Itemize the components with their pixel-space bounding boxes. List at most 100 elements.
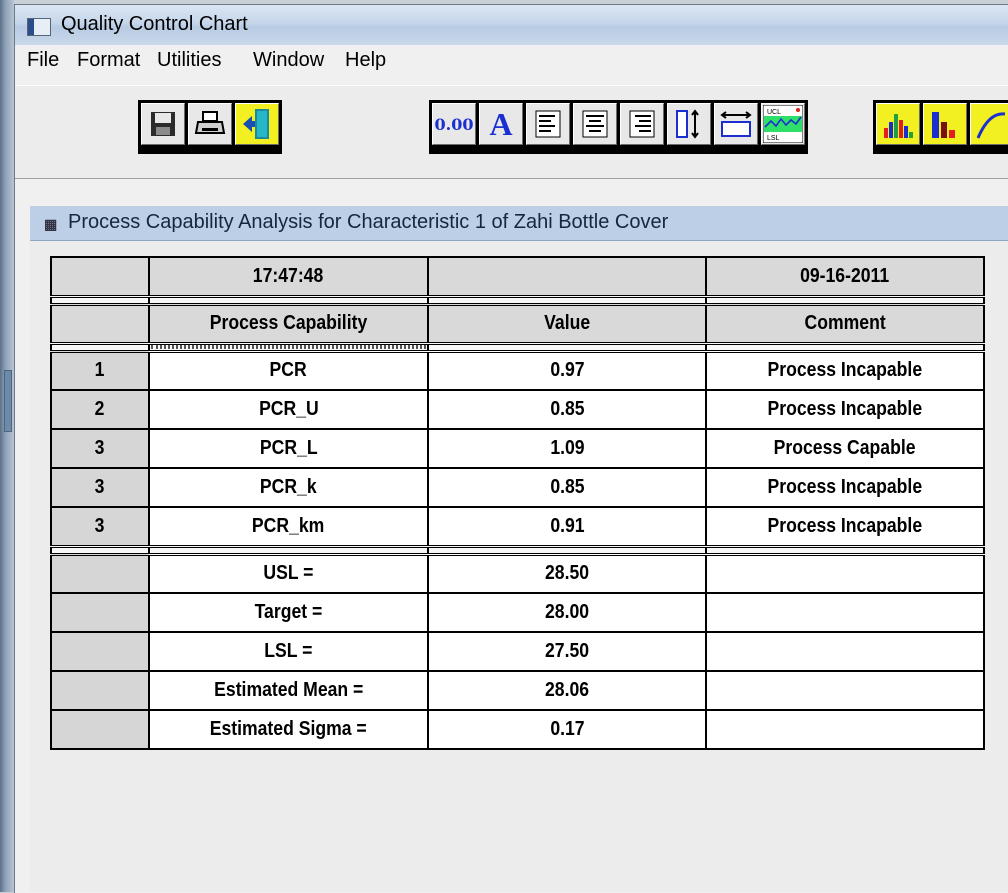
stat-comment-cell[interactable]: [705, 631, 985, 672]
save-icon[interactable]: [141, 103, 185, 145]
control-chart-icon[interactable]: UCL LSL: [761, 103, 805, 145]
menu-utilities[interactable]: Utilities: [157, 49, 221, 72]
font-icon[interactable]: A: [479, 103, 523, 145]
stat-row: Estimated Mean = 28.06: [50, 670, 985, 711]
capability-cell[interactable]: PCR: [148, 350, 429, 391]
blank-header-cell[interactable]: [427, 256, 707, 297]
capability-cell[interactable]: PCR_km: [148, 506, 429, 547]
histogram-icon[interactable]: [876, 103, 920, 145]
menu-window[interactable]: Window: [253, 49, 324, 72]
row-number[interactable]: [50, 670, 150, 711]
separator-row: [50, 544, 985, 556]
stat-name-cell[interactable]: Estimated Mean =: [148, 670, 429, 711]
scroll-notch: [4, 370, 12, 432]
capability-window: ▦ Process Capability Analysis for Charac…: [30, 206, 1008, 892]
row-number[interactable]: 3: [50, 428, 150, 469]
menu-file[interactable]: File: [27, 49, 59, 72]
stat-name-cell[interactable]: Target =: [148, 592, 429, 633]
header-comment[interactable]: Comment: [705, 303, 985, 344]
row-number[interactable]: 3: [50, 467, 150, 508]
row-number[interactable]: [50, 631, 150, 672]
separator-row: [50, 341, 985, 353]
date-label: 09-16-2011: [800, 264, 890, 287]
row-number[interactable]: [50, 592, 150, 633]
align-right-icon[interactable]: [620, 103, 664, 145]
corner-cell[interactable]: [50, 303, 150, 344]
table-row: 1 PCR 0.97 Process Incapable: [50, 350, 985, 391]
stat-value-cell[interactable]: 28.06: [427, 670, 707, 711]
stat-comment-cell[interactable]: [705, 670, 985, 711]
comment-cell[interactable]: Process Incapable: [705, 506, 985, 547]
time-label: 17:47:48: [253, 264, 324, 287]
menu-format[interactable]: Format: [77, 49, 140, 72]
corner-cell[interactable]: [50, 256, 150, 297]
stat-name-cell[interactable]: USL =: [148, 553, 429, 594]
svg-text:UCL: UCL: [767, 109, 781, 116]
decimal-format-icon[interactable]: 0.00: [432, 103, 476, 145]
stat-comment-cell[interactable]: [705, 553, 985, 594]
comment-cell[interactable]: Process Incapable: [705, 389, 985, 430]
comment-cell[interactable]: Process Capable: [705, 428, 985, 469]
header-value[interactable]: Value: [427, 303, 707, 344]
menu-help[interactable]: Help: [345, 49, 386, 72]
row-number[interactable]: [50, 553, 150, 594]
stat-row: USL = 28.50: [50, 553, 985, 594]
date-cell[interactable]: 09-16-2011: [705, 256, 985, 297]
align-center-icon[interactable]: [573, 103, 617, 145]
table-row: 3 PCR_k 0.85 Process Incapable: [50, 467, 985, 508]
stat-value-cell[interactable]: 0.17: [427, 709, 707, 750]
capability-body: 17:47:48 09-16-2011 Process Capability V…: [30, 241, 1008, 892]
stat-value-cell[interactable]: 28.50: [427, 553, 707, 594]
header-row: 17:47:48 09-16-2011: [50, 256, 985, 297]
stat-comment-cell[interactable]: [705, 709, 985, 750]
capability-table: 17:47:48 09-16-2011 Process Capability V…: [50, 256, 985, 750]
capability-cell[interactable]: PCR_L: [148, 428, 429, 469]
curve-chart-icon[interactable]: [970, 103, 1008, 145]
stat-row: Estimated Sigma = 0.17: [50, 709, 985, 750]
stat-value-cell[interactable]: 28.00: [427, 592, 707, 633]
exit-icon[interactable]: [235, 103, 279, 145]
row-number[interactable]: 1: [50, 350, 150, 391]
window-title: Quality Control Chart: [61, 13, 248, 35]
bar-chart-icon[interactable]: [923, 103, 967, 145]
header-comment-label: Comment: [804, 312, 886, 334]
header-capability[interactable]: Process Capability: [148, 303, 429, 344]
chart-window-icon: ▦: [44, 216, 58, 232]
row-height-icon[interactable]: [667, 103, 711, 145]
format-toolbar-group: 0.00 A UCL LSL: [429, 100, 808, 154]
comment-cell[interactable]: Process Incapable: [705, 467, 985, 508]
value-cell[interactable]: 0.85: [427, 467, 707, 508]
row-number[interactable]: 2: [50, 389, 150, 430]
chart-toolbar-group: [873, 100, 1008, 154]
capability-title: Process Capability Analysis for Characte…: [68, 211, 669, 233]
value-cell[interactable]: 1.09: [427, 428, 707, 469]
row-number[interactable]: [50, 709, 150, 750]
column-header-row: Process Capability Value Comment: [50, 303, 985, 344]
align-left-icon[interactable]: [526, 103, 570, 145]
row-number[interactable]: 3: [50, 506, 150, 547]
stat-row: Target = 28.00: [50, 592, 985, 633]
value-cell[interactable]: 0.85: [427, 389, 707, 430]
file-toolbar-group: [138, 100, 282, 154]
capability-cell[interactable]: PCR_U: [148, 389, 429, 430]
print-icon[interactable]: [188, 103, 232, 145]
comment-cell[interactable]: Process Incapable: [705, 350, 985, 391]
header-capability-label: Process Capability: [209, 312, 368, 334]
table-row: 3 PCR_L 1.09 Process Capable: [50, 428, 985, 469]
stat-value-cell[interactable]: 27.50: [427, 631, 707, 672]
value-cell[interactable]: 0.91: [427, 506, 707, 547]
decimal-label: 0.00: [434, 114, 474, 134]
desktop-edge: [0, 0, 14, 892]
stat-comment-cell[interactable]: [705, 592, 985, 633]
title-bar[interactable]: Quality Control Chart: [15, 5, 1008, 46]
stat-name-cell[interactable]: Estimated Sigma =: [148, 709, 429, 750]
capability-cell[interactable]: PCR_k: [148, 467, 429, 508]
svg-text:LSL: LSL: [767, 135, 780, 142]
stat-name-cell[interactable]: LSL =: [148, 631, 429, 672]
value-cell[interactable]: 0.97: [427, 350, 707, 391]
capability-title-bar[interactable]: ▦ Process Capability Analysis for Charac…: [30, 206, 1008, 241]
toolbar: 0.00 A UCL LSL: [15, 85, 1008, 179]
time-cell[interactable]: 17:47:48: [148, 256, 429, 297]
column-width-icon[interactable]: [714, 103, 758, 145]
stat-row: LSL = 27.50: [50, 631, 985, 672]
